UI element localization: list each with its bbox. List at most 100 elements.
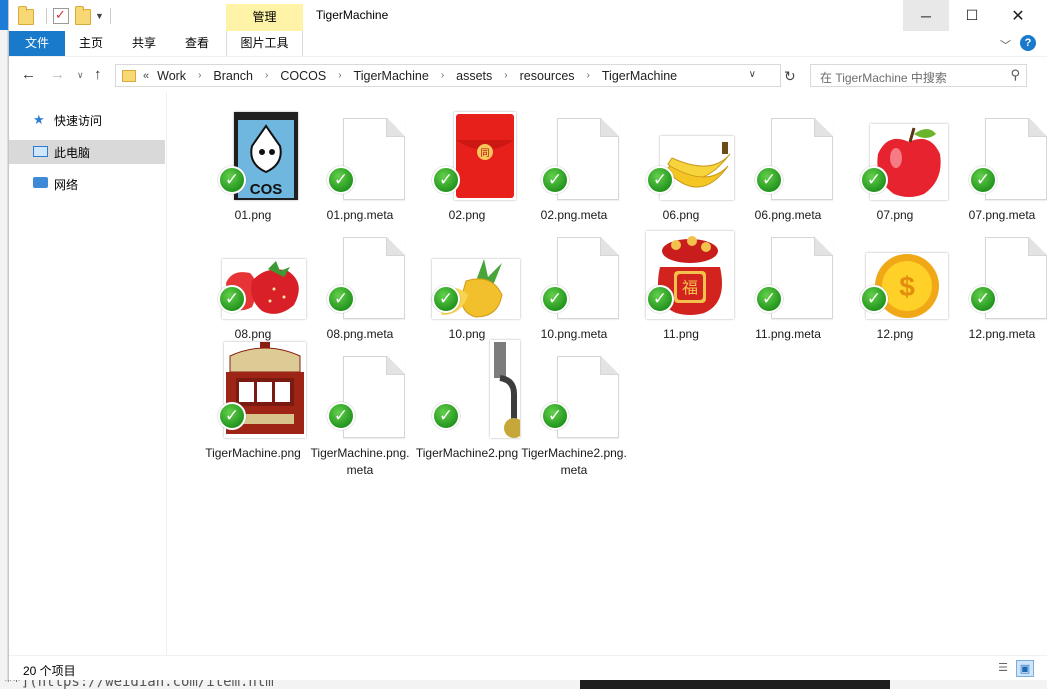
item-count: 20 个项目 — [23, 664, 76, 678]
background-dark-panel — [580, 680, 890, 689]
document-icon — [949, 221, 1047, 321]
file-name: 12.png.meta — [968, 327, 1036, 341]
tab-share[interactable]: 共享 — [124, 31, 164, 56]
file-item[interactable]: COS ✓ 01.png — [200, 102, 306, 222]
customize-toolbar-icon[interactable]: ▼ — [95, 11, 104, 21]
chevron-right-icon[interactable]: › — [587, 70, 590, 81]
file-item[interactable]: ✓ 07.png — [842, 102, 948, 222]
sync-status-icon: ✓ — [218, 402, 246, 430]
search-placeholder: 在 TigerMachine 中搜索 — [820, 71, 947, 85]
file-item[interactable]: ✓ 08.png.meta — [307, 221, 413, 341]
image-thumbnail — [200, 340, 306, 440]
breadcrumb-item[interactable]: TigerMachine — [602, 69, 677, 83]
sync-status-icon: ✓ — [646, 166, 674, 194]
address-dropdown-icon[interactable]: ∨ — [749, 69, 756, 80]
image-thumbnail — [628, 102, 734, 202]
file-item[interactable]: ✓ TigerMachine2.png.meta — [521, 340, 627, 477]
sync-status-icon: ✓ — [969, 166, 997, 194]
file-item[interactable]: ✓ TigerMachine2.png — [414, 340, 520, 460]
file-item[interactable]: ✓ 02.png.meta — [521, 102, 627, 222]
image-thumbnail — [842, 102, 948, 202]
up-arrow-icon[interactable]: ↑ — [94, 66, 102, 83]
file-item[interactable]: ✓ 10.png.meta — [521, 221, 627, 341]
breadcrumb-item[interactable]: resources — [520, 69, 575, 83]
search-icon[interactable]: ⚲ — [1010, 67, 1020, 83]
help-icon[interactable]: ? — [1020, 35, 1036, 51]
tab-file[interactable]: 文件 — [9, 31, 65, 56]
file-item[interactable]: ✓ 07.png.meta — [949, 102, 1047, 222]
chevron-right-icon[interactable]: › — [338, 70, 341, 81]
file-name: 12.png — [876, 327, 914, 341]
window-title: TigerMachine — [316, 8, 389, 22]
chevron-down-icon[interactable]: ﹀ — [1000, 37, 1011, 53]
breadcrumb-item[interactable]: Branch — [213, 69, 253, 83]
file-item[interactable]: ✓ 10.png — [414, 221, 520, 341]
minimize-button[interactable]: ─ — [903, 0, 949, 31]
close-button[interactable]: ✕ — [995, 0, 1041, 31]
background-editor-bottom: **](https://weidian.com/item.htm — [0, 680, 1047, 689]
folder-icon — [122, 69, 136, 82]
chevron-right-icon[interactable]: › — [198, 70, 201, 81]
file-item[interactable]: ✓ 06.png.meta — [735, 102, 841, 222]
document-icon — [521, 102, 627, 202]
file-item[interactable]: ✓ TigerMachine.png.meta — [307, 340, 413, 477]
breadcrumb-item[interactable]: TigerMachine — [354, 69, 429, 83]
properties-icon[interactable] — [53, 7, 69, 24]
sidebar-item-label: 快速访问 — [54, 113, 103, 128]
file-item[interactable]: ✓ 01.png.meta — [307, 102, 413, 222]
chevron-right-icon[interactable]: › — [265, 70, 268, 81]
chevron-right-icon[interactable]: › — [504, 70, 507, 81]
document-icon — [521, 340, 627, 440]
sync-status-icon: ✓ — [432, 166, 460, 194]
network-icon — [33, 177, 49, 191]
new-folder-icon[interactable] — [75, 6, 91, 25]
address-bar[interactable]: « Work › Branch › COCOS › TigerMachine ›… — [115, 64, 781, 87]
breadcrumb-item[interactable]: assets — [456, 69, 492, 83]
sync-status-icon: ✓ — [327, 402, 355, 430]
sync-status-icon: ✓ — [432, 285, 460, 313]
tab-view[interactable]: 查看 — [177, 31, 217, 56]
breadcrumb-overflow[interactable]: « — [143, 70, 149, 82]
back-arrow-icon[interactable]: ← — [21, 66, 36, 83]
file-name: TigerMachine2.png — [415, 446, 519, 460]
details-view-icon[interactable]: ☰ — [994, 660, 1012, 677]
sidebar-item-quick-access[interactable]: ★ 快速访问 — [9, 108, 165, 132]
sync-status-icon: ✓ — [541, 166, 569, 194]
large-icons-view-icon[interactable]: ▣ — [1016, 660, 1034, 677]
chevron-right-icon[interactable]: › — [441, 70, 444, 81]
file-item[interactable]: ✓ 11.png.meta — [735, 221, 841, 341]
forward-arrow-icon[interactable]: → — [50, 66, 65, 83]
document-icon — [949, 102, 1047, 202]
breadcrumb-item[interactable]: COCOS — [280, 69, 326, 83]
sync-status-icon: ✓ — [218, 285, 246, 313]
sync-status-icon: ✓ — [541, 402, 569, 430]
file-item[interactable]: ✓ TigerMachine.png — [200, 340, 306, 460]
context-tab-manage[interactable]: 管理 — [226, 4, 303, 31]
file-item[interactable]: ✓ 06.png — [628, 102, 734, 222]
maximize-button[interactable]: ☐ — [949, 0, 995, 31]
folder-icon[interactable] — [18, 6, 34, 25]
explorer-window: ▼ 管理 TigerMachine ─ ☐ ✕ 文件 主页 共享 查看 图片工具… — [8, 0, 1047, 680]
image-thumbnail — [414, 221, 520, 321]
breadcrumb-item[interactable]: Work — [157, 69, 186, 83]
document-icon — [307, 340, 413, 440]
status-bar: 20 个项目 ☰ ▣ — [9, 655, 1047, 680]
sidebar-item-this-pc[interactable]: 此电脑 — [9, 140, 165, 164]
file-name: 11.png.meta — [755, 327, 821, 341]
file-item[interactable]: $ ✓ 12.png — [842, 221, 948, 341]
file-item[interactable]: 同 ✓ 02.png — [414, 102, 520, 222]
refresh-icon[interactable]: ↻ — [784, 68, 796, 85]
recent-locations-icon[interactable]: ∨ — [77, 70, 84, 81]
search-input[interactable]: 在 TigerMachine 中搜索 ⚲ — [810, 64, 1027, 87]
file-item[interactable]: 福 ✓ 11.png — [628, 221, 734, 341]
title-bar: ▼ 管理 TigerMachine ─ ☐ ✕ — [9, 0, 1047, 31]
quick-access-toolbar: ▼ — [18, 6, 117, 25]
background-editor-text: **](https://weidian.com/item.htm — [4, 680, 274, 689]
sidebar-item-network[interactable]: 网络 — [9, 172, 165, 196]
tab-home[interactable]: 主页 — [71, 31, 111, 56]
tab-picture-tools[interactable]: 图片工具 — [226, 31, 303, 56]
sync-status-icon: ✓ — [860, 285, 888, 313]
file-item[interactable]: ✓ 08.png — [200, 221, 306, 341]
sync-status-icon: ✓ — [646, 285, 674, 313]
file-item[interactable]: ✓ 12.png.meta — [949, 221, 1047, 341]
